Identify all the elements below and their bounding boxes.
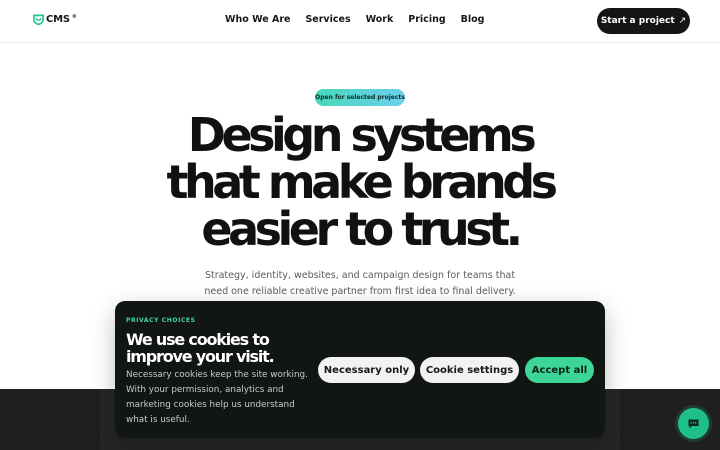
nav-who-we-are[interactable]: Who We Are: [225, 13, 290, 27]
accept-all-button[interactable]: Accept all: [525, 357, 594, 383]
main-nav: Who We Are Services Work Pricing Blog: [225, 13, 484, 27]
shield-logo-icon: [33, 14, 44, 25]
hero-title: Design systems that make brands easier t…: [0, 112, 720, 253]
hero-title-line-1: Design systems: [187, 108, 537, 162]
chat-launcher-button[interactable]: [678, 408, 709, 439]
cookie-settings-button[interactable]: Cookie settings: [420, 357, 519, 383]
chat-bubble-icon: [688, 419, 699, 428]
hero-title-line-3: easier to trust.: [201, 202, 523, 256]
hero-subtitle: Strategy, identity, websites, and campai…: [204, 270, 516, 297]
site-header: CMS ® Who We Are Services Work Pricing B…: [0, 0, 720, 43]
availability-badge: Open for selected projects: [315, 89, 405, 106]
nav-services[interactable]: Services: [305, 13, 350, 27]
hero-title-line-2: that make brands: [166, 155, 558, 209]
logo-registered-mark: ®: [71, 14, 77, 20]
logo-text: CMS: [46, 14, 70, 25]
logo[interactable]: CMS ®: [33, 14, 77, 26]
cookie-eyebrow: PRIVACY CHOICES: [126, 317, 196, 324]
necessary-only-button[interactable]: Necessary only: [318, 357, 415, 383]
cookie-description: Necessary cookies keep the site working.…: [126, 370, 308, 425]
cookie-title: We use cookies to improve your visit.: [126, 330, 275, 366]
nav-work[interactable]: Work: [366, 13, 394, 27]
start-project-label: Start a project: [600, 16, 675, 26]
cookie-banner: PRIVACY CHOICES We use cookies to improv…: [115, 301, 605, 438]
start-project-button[interactable]: Start a project ↗: [597, 8, 690, 34]
nav-blog[interactable]: Blog: [461, 13, 485, 27]
nav-pricing[interactable]: Pricing: [408, 13, 445, 27]
arrow-up-right-icon: ↗: [678, 16, 687, 26]
